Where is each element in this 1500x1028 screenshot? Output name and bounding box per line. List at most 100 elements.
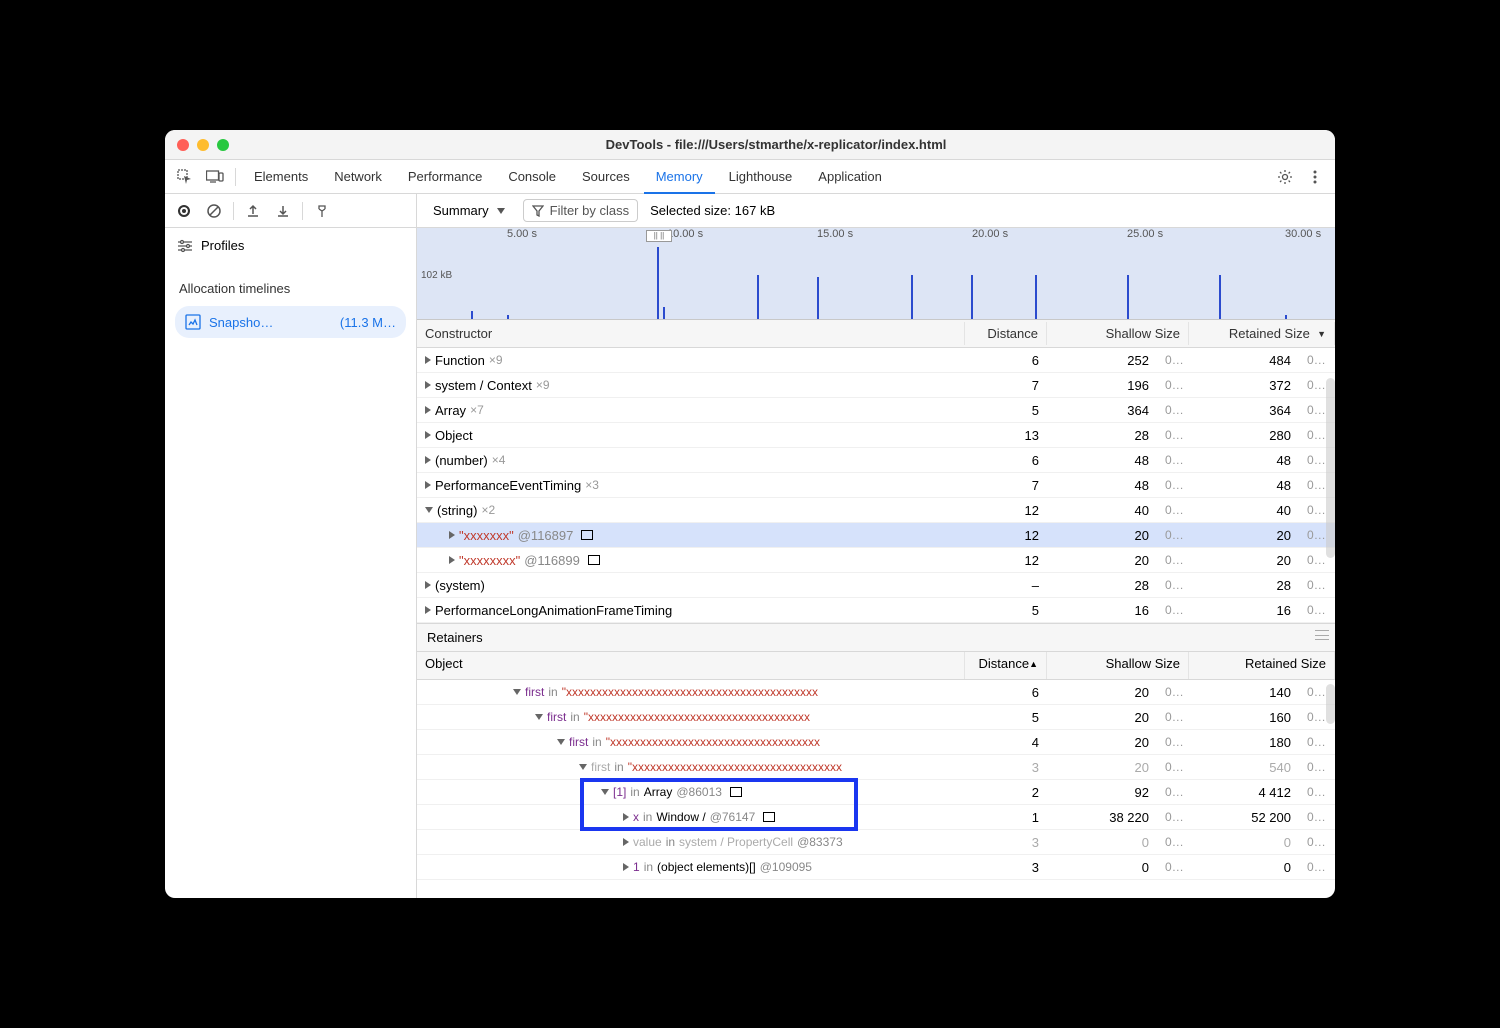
tab-elements[interactable]: Elements [242, 161, 320, 192]
sidebar-toolbar [165, 194, 416, 228]
allocation-timeline[interactable]: 5.00 s10.00 s15.00 s20.00 s25.00 s30.00 … [417, 228, 1335, 320]
disclosure-triangle[interactable] [425, 456, 431, 464]
disclosure-triangle[interactable] [557, 739, 565, 745]
more-menu-icon[interactable] [1301, 163, 1329, 191]
tab-lighthouse[interactable]: Lighthouse [717, 161, 805, 192]
col-retained[interactable]: Retained Size ▼ [1189, 322, 1335, 345]
disclosure-triangle[interactable] [449, 556, 455, 564]
retainer-row[interactable]: value in system / PropertyCell @83373300… [417, 830, 1335, 855]
disclosure-triangle[interactable] [623, 838, 629, 846]
retainer-row[interactable]: first in "xxxxxxxxxxxxxxxxxxxxxxxxxxxxxx… [417, 730, 1335, 755]
class-filter-input[interactable]: Filter by class [523, 199, 638, 222]
snapshot-item[interactable]: Snapsho… (11.3 M… [175, 306, 406, 338]
retainers-grid[interactable]: first in "xxxxxxxxxxxxxxxxxxxxxxxxxxxxxx… [417, 680, 1335, 880]
disclosure-triangle[interactable] [425, 356, 431, 364]
timeline-tick: 10.00 s [667, 228, 703, 240]
clear-button[interactable] [201, 198, 227, 224]
view-dropdown[interactable]: Summary [427, 199, 511, 222]
minimize-window-button[interactable] [197, 139, 209, 151]
constructor-row[interactable]: (string) ×212400 %400 % [417, 498, 1335, 523]
timeline-tick: 25.00 s [1127, 228, 1163, 240]
disclosure-triangle[interactable] [579, 764, 587, 770]
col-distance[interactable]: Distance [965, 322, 1047, 345]
constructor-row[interactable]: system / Context ×971960 %3720 % [417, 373, 1335, 398]
retainer-row[interactable]: first in "xxxxxxxxxxxxxxxxxxxxxxxxxxxxxx… [417, 705, 1335, 730]
retainer-row[interactable]: first in "xxxxxxxxxxxxxxxxxxxxxxxxxxxxxx… [417, 680, 1335, 705]
window-icon [581, 530, 593, 540]
close-window-button[interactable] [177, 139, 189, 151]
disclosure-triangle[interactable] [425, 481, 431, 489]
disclosure-triangle[interactable] [623, 863, 629, 871]
disclosure-triangle[interactable] [601, 789, 609, 795]
separator [302, 202, 303, 220]
allocation-bar [507, 315, 509, 319]
tab-sources[interactable]: Sources [570, 161, 642, 192]
allocation-bar [817, 277, 819, 319]
retainers-menu-icon[interactable] [1315, 630, 1329, 640]
constructor-row[interactable]: Array ×753640 %3640 % [417, 398, 1335, 423]
constructor-row[interactable]: PerformanceEventTiming ×37480 %480 % [417, 473, 1335, 498]
col-shallow[interactable]: Shallow Size [1047, 322, 1189, 345]
settings-gear-icon[interactable] [1271, 163, 1299, 191]
export-icon[interactable] [270, 198, 296, 224]
filter-icon [532, 205, 544, 217]
retainer-row[interactable]: x in Window / @76147138 2200 %52 2000 % [417, 805, 1335, 830]
disclosure-triangle[interactable] [425, 606, 431, 614]
constructor-row[interactable]: PerformanceLongAnimationFrameTiming5160 … [417, 598, 1335, 623]
allocation-bar [663, 307, 665, 319]
window-icon [588, 555, 600, 565]
constructors-grid[interactable]: Function ×962520 %4840 %system / Context… [417, 348, 1335, 623]
constructor-row[interactable]: (number) ×46480 %480 % [417, 448, 1335, 473]
timeline-tick: 5.00 s [507, 228, 537, 240]
window-icon [763, 812, 775, 822]
snapshot-icon [185, 314, 201, 330]
constructor-row[interactable]: Function ×962520 %4840 % [417, 348, 1335, 373]
disclosure-triangle[interactable] [425, 581, 431, 589]
disclosure-triangle[interactable] [425, 507, 433, 513]
main-toolbar: Summary Filter by class Selected size: 1… [417, 194, 1335, 228]
col-distance-ret[interactable]: Distance▲ [965, 652, 1047, 679]
col-object[interactable]: Object [417, 652, 965, 679]
collect-garbage-icon[interactable] [309, 198, 335, 224]
inspect-element-icon[interactable] [171, 163, 199, 191]
disclosure-triangle[interactable] [623, 813, 629, 821]
device-toolbar-icon[interactable] [201, 163, 229, 191]
disclosure-triangle[interactable] [535, 714, 543, 720]
timeline-handle[interactable]: || || [646, 230, 672, 242]
timeline-tick: 30.00 s [1285, 228, 1321, 240]
import-icon[interactable] [240, 198, 266, 224]
tab-performance[interactable]: Performance [396, 161, 494, 192]
constructor-row[interactable]: (system)–280 %280 % [417, 573, 1335, 598]
disclosure-triangle[interactable] [449, 531, 455, 539]
scrollbar[interactable] [1326, 378, 1335, 558]
main-panel: Summary Filter by class Selected size: 1… [417, 194, 1335, 898]
col-retained-ret[interactable]: Retained Size [1189, 652, 1335, 679]
constructor-row[interactable]: "xxxxxxxx" @11689912200 %200 % [417, 548, 1335, 573]
devtools-tabs: ElementsNetworkPerformanceConsoleSources… [165, 160, 1335, 194]
disclosure-triangle[interactable] [425, 431, 431, 439]
tab-application[interactable]: Application [806, 161, 894, 192]
allocation-bar [1035, 275, 1037, 319]
tab-console[interactable]: Console [496, 161, 568, 192]
constructor-row[interactable]: Object13280 %2800 % [417, 423, 1335, 448]
tab-network[interactable]: Network [322, 161, 394, 192]
scrollbar[interactable] [1326, 684, 1335, 724]
sidebar: Profiles Allocation timelines Snapsho… (… [165, 194, 417, 898]
retainer-row[interactable]: [1] in Array @860132920 %4 4120 % [417, 780, 1335, 805]
maximize-window-button[interactable] [217, 139, 229, 151]
allocation-bar [971, 275, 973, 319]
col-shallow-ret[interactable]: Shallow Size [1047, 652, 1189, 679]
timeline-tick: 15.00 s [817, 228, 853, 240]
col-constructor[interactable]: Constructor [417, 322, 965, 345]
selected-size-label: Selected size: 167 kB [650, 203, 775, 218]
retainer-row[interactable]: 1 in (object elements)[] @109095300 %00 … [417, 855, 1335, 880]
disclosure-triangle[interactable] [513, 689, 521, 695]
separator [235, 168, 236, 186]
disclosure-triangle[interactable] [425, 381, 431, 389]
filter-placeholder: Filter by class [550, 203, 629, 218]
retainer-row[interactable]: first in "xxxxxxxxxxxxxxxxxxxxxxxxxxxxxx… [417, 755, 1335, 780]
constructor-row[interactable]: "xxxxxxx" @11689712200 %200 % [417, 523, 1335, 548]
disclosure-triangle[interactable] [425, 406, 431, 414]
tab-memory[interactable]: Memory [644, 161, 715, 194]
record-button[interactable] [171, 198, 197, 224]
